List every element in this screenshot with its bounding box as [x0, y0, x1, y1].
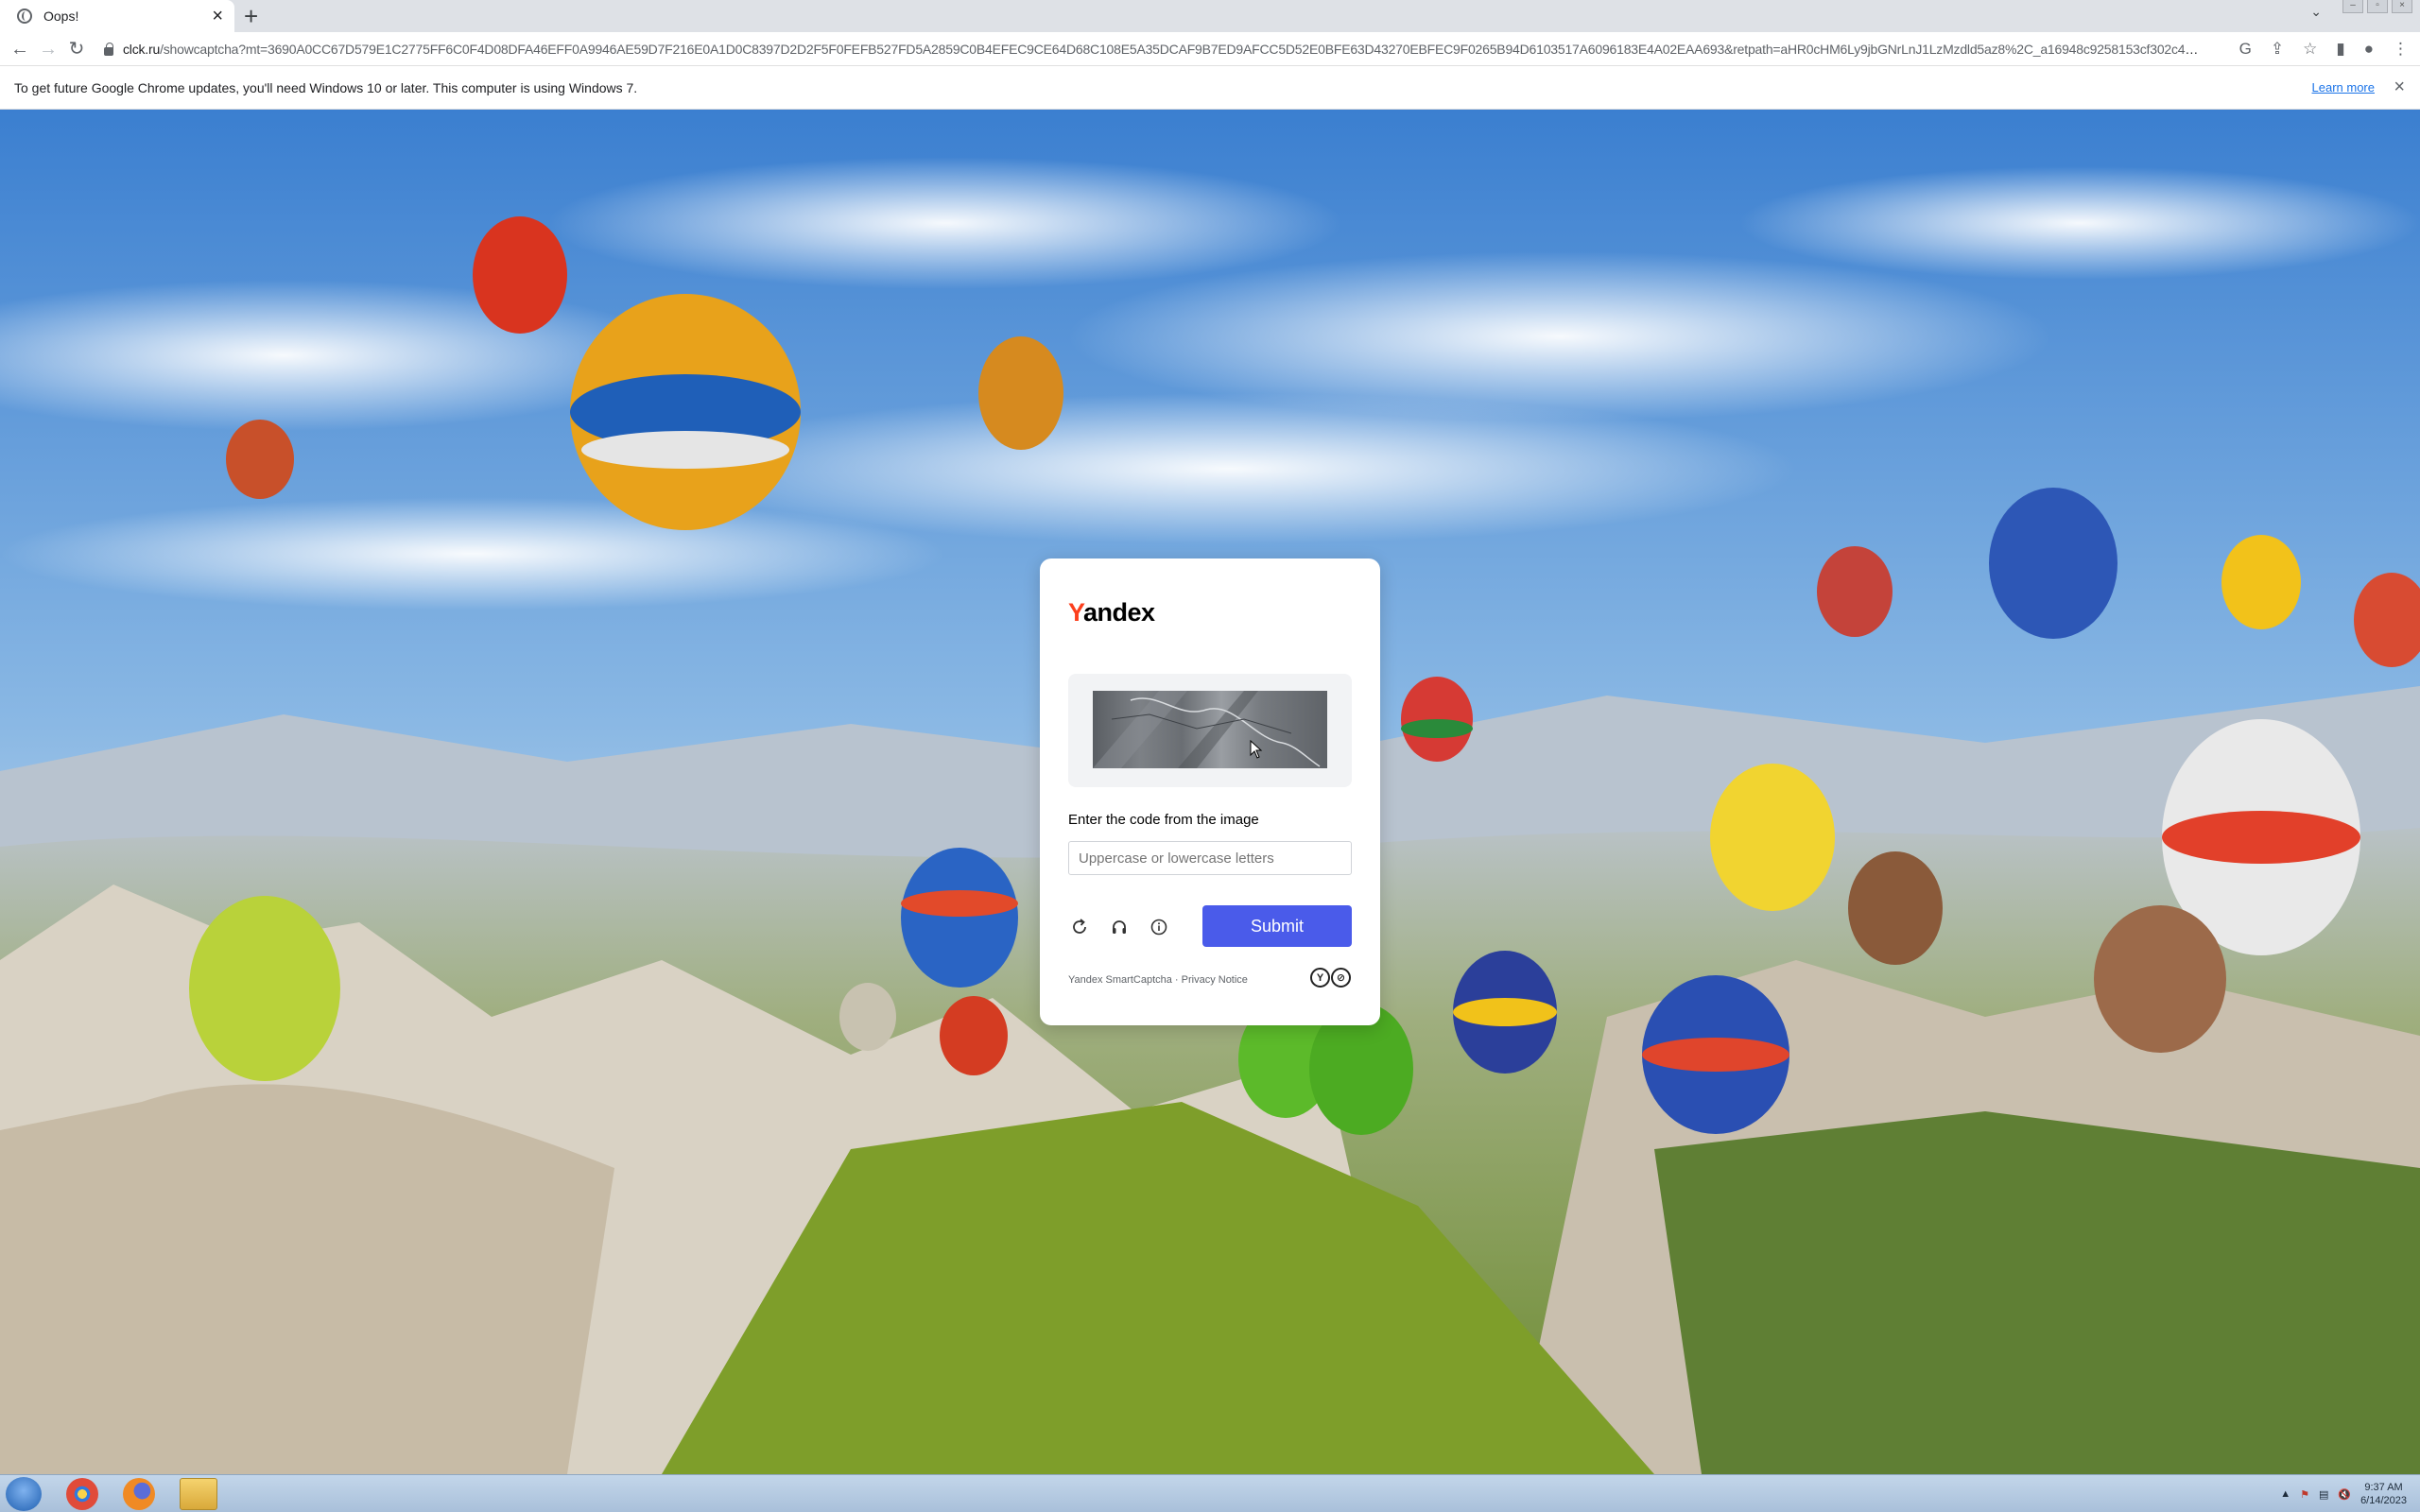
address-bar[interactable]: clck.ru/showcaptcha?mt=3690A0CC67D579E1C… — [104, 36, 2240, 62]
windows-start-icon[interactable] — [6, 1477, 42, 1511]
captcha-image-frame — [1068, 674, 1352, 787]
captcha-card: Yandex Enter the code from the image Sub… — [1040, 558, 1380, 1025]
captcha-prompt: Enter the code from the image — [1068, 812, 1259, 828]
flag-icon[interactable]: ⚑ — [2300, 1488, 2309, 1501]
infobar-close-icon[interactable]: × — [2394, 77, 2405, 98]
system-tray: ▲ ⚑ ▤ 🔇 9:37 AM 6/14/2023 — [2280, 1477, 2407, 1511]
windows-taskbar: ▲ ⚑ ▤ 🔇 9:37 AM 6/14/2023 — [0, 1474, 2420, 1512]
captcha-shield-icon: ⊘ — [1331, 968, 1351, 988]
url-text[interactable]: clck.ru/showcaptcha?mt=3690A0CC67D579E1C… — [123, 42, 2203, 57]
side-panel-icon[interactable]: ▮ — [2336, 40, 2344, 59]
profile-icon[interactable]: ● — [2364, 40, 2374, 59]
close-window-icon[interactable]: × — [2392, 0, 2412, 13]
lock-icon[interactable] — [104, 42, 113, 56]
headphones-icon[interactable] — [1108, 916, 1131, 938]
back-icon[interactable]: ← — [6, 32, 34, 66]
captcha-code-input[interactable] — [1068, 841, 1352, 875]
info-icon[interactable] — [1148, 916, 1170, 938]
firefox-icon[interactable] — [123, 1478, 155, 1510]
logo-rest: andex — [1083, 598, 1155, 627]
clock[interactable]: 9:37 AM 6/14/2023 — [2360, 1481, 2407, 1507]
tab-close-icon[interactable]: × — [212, 7, 223, 26]
yandex-logo: Yandex — [1068, 598, 1155, 627]
window-controls: – ▫ × — [2342, 0, 2412, 15]
browser-toolbar: ← → ↻ clck.ru/showcaptcha?mt=3690A0CC67D… — [0, 32, 2420, 66]
yandex-y-icon: Y — [1310, 968, 1330, 988]
captcha-action-icons — [1068, 916, 1170, 938]
forward-icon[interactable]: → — [34, 32, 62, 66]
network-icon[interactable]: ▤ — [2319, 1488, 2328, 1501]
clock-time: 9:37 AM — [2364, 1482, 2403, 1493]
share-icon[interactable]: ⇪ — [2271, 40, 2284, 59]
smartcaptcha-badge: Y ⊘ — [1310, 968, 1351, 988]
new-tab-icon[interactable]: + — [244, 3, 258, 29]
minimize-icon[interactable]: – — [2342, 0, 2363, 13]
url-path: /showcaptcha?mt=3690A0CC67D579E1C2775FF6… — [160, 42, 2203, 57]
menu-icon[interactable]: ⋮ — [2393, 40, 2409, 59]
tab-oops[interactable]: Oops! × — [0, 0, 234, 32]
maximize-icon[interactable]: ▫ — [2367, 0, 2388, 13]
smartcaptcha-privacy-link[interactable]: Yandex SmartCaptcha · Privacy Notice — [1068, 974, 1248, 986]
infobar-message: To get future Google Chrome updates, you… — [14, 79, 638, 95]
captcha-noise-graphic — [1093, 691, 1321, 768]
submit-button[interactable]: Submit — [1202, 905, 1352, 947]
bookmark-star-icon[interactable]: ☆ — [2303, 40, 2317, 59]
url-domain: clck.ru — [123, 42, 161, 57]
logo-letter-y: Y — [1068, 598, 1084, 627]
clock-date: 6/14/2023 — [2360, 1495, 2407, 1506]
mouse-cursor-icon — [1250, 740, 1263, 759]
tab-title: Oops! — [43, 9, 79, 24]
chrome-icon[interactable] — [66, 1478, 98, 1510]
refresh-icon[interactable] — [1068, 916, 1091, 938]
reload-icon[interactable]: ↻ — [62, 32, 91, 66]
toolbar-icons: G ⇪ ☆ ▮ ● ⋮ — [2239, 32, 2409, 66]
tab-strip: Oops! × + ⌄ – ▫ × — [0, 0, 2420, 32]
volume-icon[interactable]: 🔇 — [2338, 1488, 2351, 1501]
tab-search-icon[interactable]: ⌄ — [2310, 4, 2322, 20]
captcha-image — [1093, 691, 1327, 768]
tray-arrow-icon[interactable]: ▲ — [2280, 1488, 2290, 1500]
file-explorer-icon[interactable] — [180, 1478, 217, 1510]
update-infobar: To get future Google Chrome updates, you… — [0, 66, 2420, 110]
globe-icon — [17, 9, 32, 24]
learn-more-link[interactable]: Learn more — [2312, 80, 2375, 94]
google-icon[interactable]: G — [2239, 40, 2252, 59]
